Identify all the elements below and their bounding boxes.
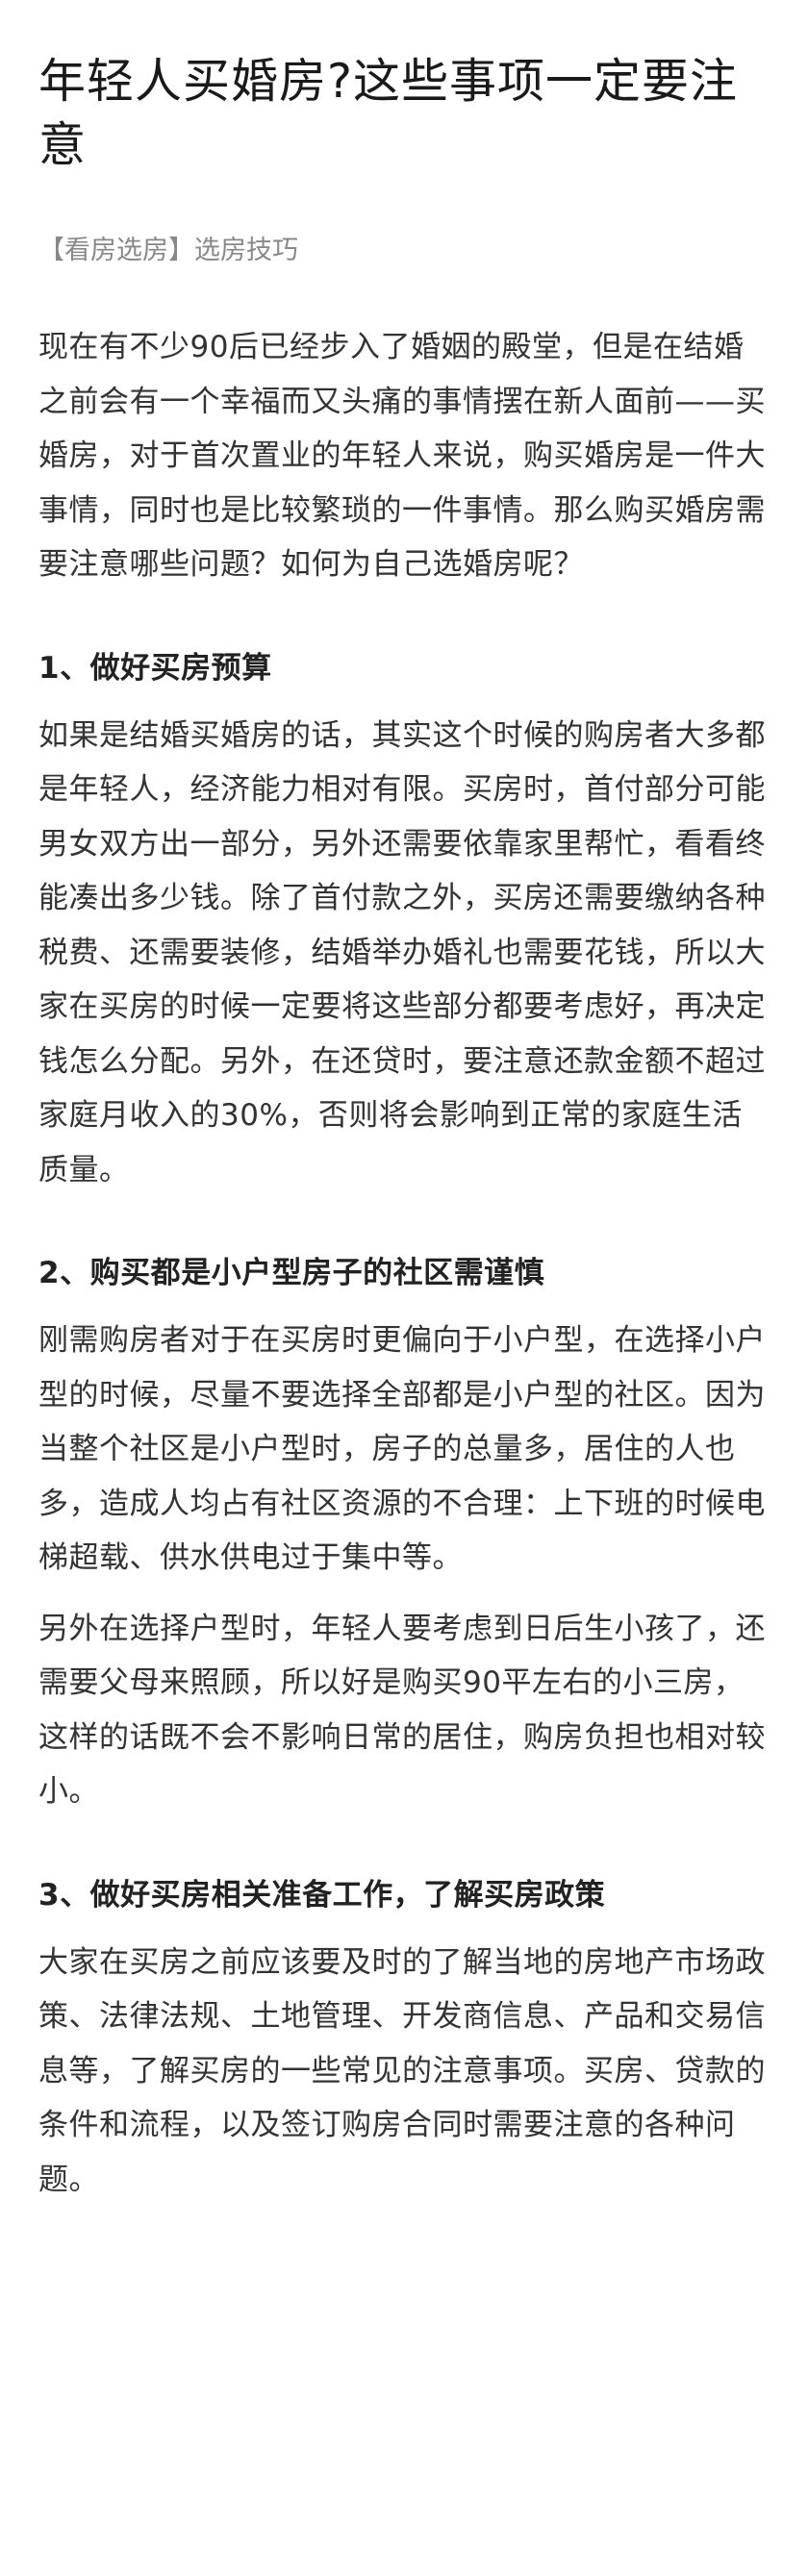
article-source: 【看房选房】选房技巧 xyxy=(38,236,298,265)
section-paragraph: 另外在选择户型时，年轻人要考虑到日后生小孩了，还需要父母来照顾，所以好是购买90… xyxy=(38,1611,766,1810)
section-heading: 1、做好买房预算 xyxy=(38,650,272,686)
intro-paragraph: 现在有不少90后已经步入了婚姻的殿堂，但是在结婚之前会有一个幸福而又头痛的事情摆… xyxy=(38,330,766,582)
article-title: 年轻人买婚房?这些事项一定要注意 xyxy=(38,54,739,172)
section-small-unit: 2、购买都是小户型房子的社区需谨慎 刚需购房者对于在买房时更偏向于小户型，在选择… xyxy=(38,1246,770,1819)
section-paragraph: 大家在买房之前应该要及时的了解当地的房地产市场政策、法律法规、土地管理、开发商信… xyxy=(38,1944,766,2197)
section-heading: 3、做好买房相关准备工作，了解买房政策 xyxy=(38,1877,606,1913)
section-budget: 1、做好买房预算 如果是结婚买婚房的话，其实这个时候的购房者大多都是年轻人，经济… xyxy=(38,641,770,1198)
article: 年轻人买婚房?这些事项一定要注意 【看房选房】选房技巧 现在有不少90后已经步入… xyxy=(0,0,808,2207)
section-paragraph: 如果是结婚买婚房的话，其实这个时候的购房者大多都是年轻人，经济能力相对有限。买房… xyxy=(38,717,766,1188)
section-paragraph: 刚需购房者对于在买房时更偏向于小户型，在选择小户型的时候，尽量不要选择全部都是小… xyxy=(38,1323,766,1575)
article-content: 现在有不少90后已经步入了婚姻的殿堂，但是在结婚之前会有一个幸福而又头痛的事情摆… xyxy=(38,320,770,2207)
section-policy: 3、做好买房相关准备工作，了解买房政策 大家在买房之前应该要及时的了解当地的房地… xyxy=(38,1868,770,2208)
section-heading: 2、购买都是小户型房子的社区需谨慎 xyxy=(38,1256,545,1290)
